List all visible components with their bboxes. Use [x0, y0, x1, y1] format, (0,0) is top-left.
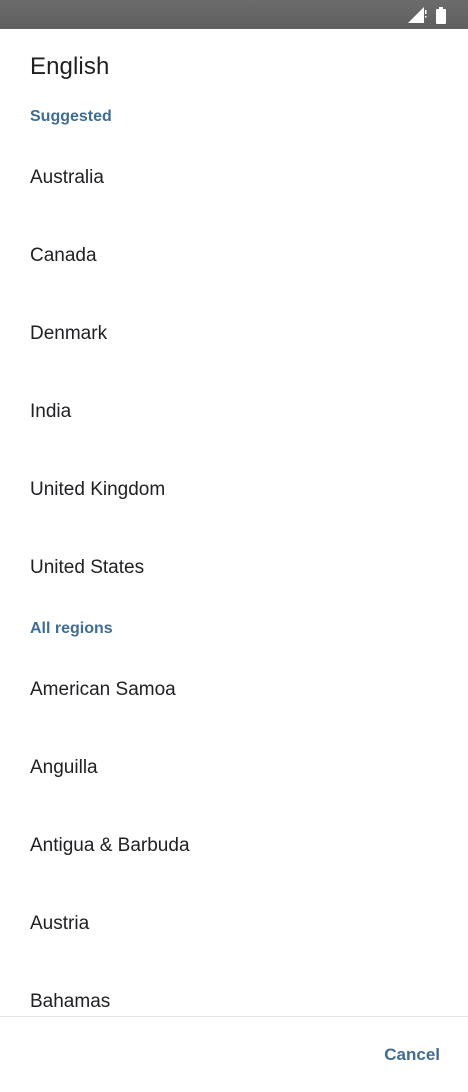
region-item[interactable]: India	[0, 373, 468, 451]
battery-icon	[436, 6, 446, 24]
section-header-all-regions: All regions	[30, 620, 113, 637]
region-item[interactable]: Antigua & Barbuda	[0, 807, 468, 885]
dialog-footer: Cancel	[0, 1016, 468, 1092]
region-item[interactable]: American Samoa	[0, 651, 468, 729]
dialog-title: English	[30, 53, 110, 80]
section-header-suggested: Suggested	[30, 108, 112, 125]
region-item[interactable]: Denmark	[0, 295, 468, 373]
region-item[interactable]: Anguilla	[0, 729, 468, 807]
region-item[interactable]: United States	[0, 529, 468, 607]
region-item[interactable]: Australia	[0, 139, 468, 217]
status-icons	[408, 6, 446, 24]
region-item[interactable]: Canada	[0, 217, 468, 295]
cancel-button[interactable]: Cancel	[384, 1045, 440, 1065]
status-bar	[0, 0, 468, 29]
signal-icon	[408, 7, 428, 23]
region-item[interactable]: Austria	[0, 885, 468, 963]
region-item[interactable]: United Kingdom	[0, 451, 468, 529]
